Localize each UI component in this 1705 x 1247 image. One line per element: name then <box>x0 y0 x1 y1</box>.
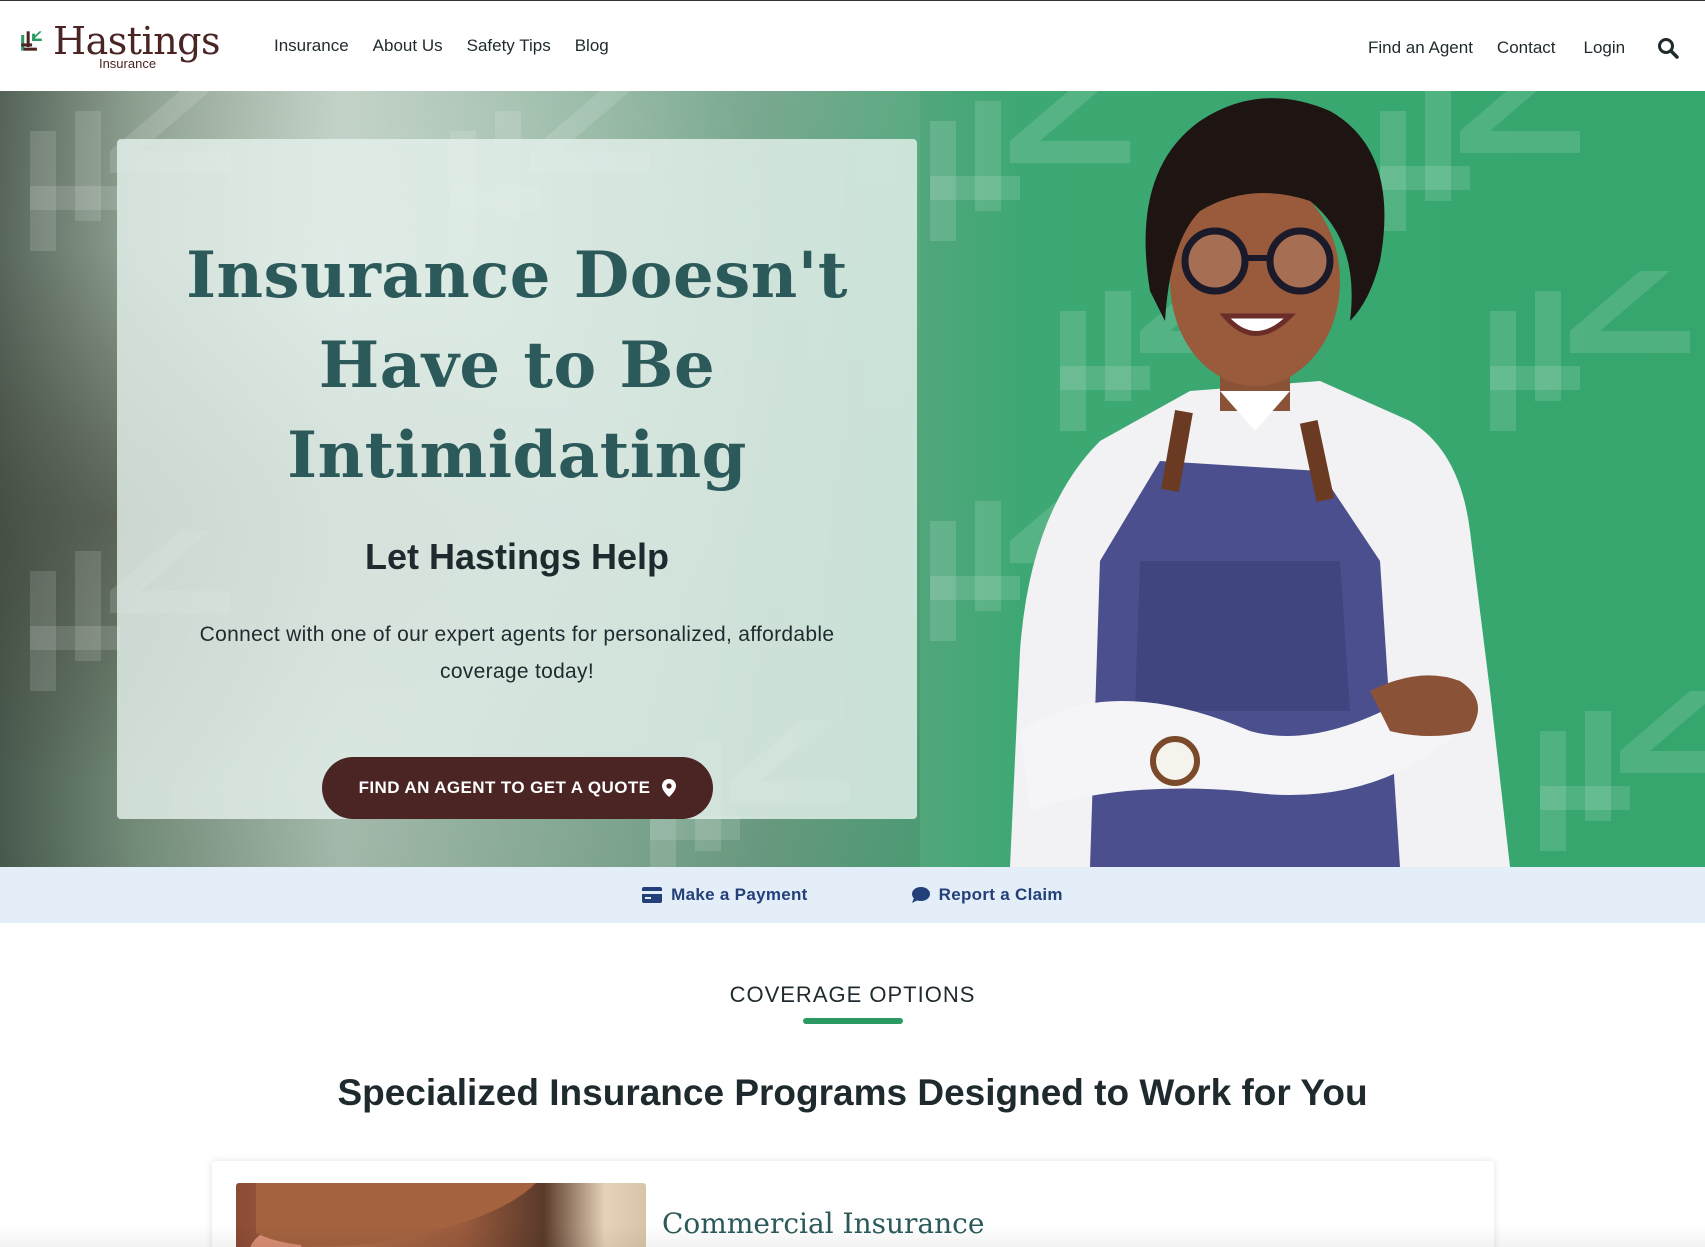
hero-card: Insurance Doesn't Have to Be Intimidatin… <box>117 139 917 819</box>
nav-login[interactable]: Login <box>1584 37 1626 59</box>
report-claim-link[interactable]: Report a Claim <box>911 885 1063 905</box>
report-claim-label: Report a Claim <box>938 885 1063 904</box>
primary-nav: Insurance About Us Safety Tips Blog <box>274 35 609 57</box>
nav-find-an-agent[interactable]: Find an Agent <box>1368 37 1473 59</box>
nav-contact[interactable]: Contact <box>1497 37 1556 59</box>
nav-insurance[interactable]: Insurance <box>274 35 349 57</box>
hero-subtitle: Let Hastings Help <box>364 536 670 577</box>
logo-subtext: Insurance <box>98 56 157 71</box>
hero-title: Insurance Doesn't Have to Be Intimidatin… <box>186 238 848 493</box>
hero-banner: Insurance Doesn't Have to Be Intimidatin… <box>0 91 1705 867</box>
quick-actions-bar: Make a Payment Report a Claim <box>0 867 1705 923</box>
site-header: Hastings Insurance Insurance About Us Sa… <box>0 0 1705 91</box>
hastings-logo[interactable]: Hastings Insurance <box>20 19 221 73</box>
find-agent-quote-button[interactable]: FIND AN AGENT TO GET A QUOTE <box>322 757 713 819</box>
search-icon <box>1658 38 1679 59</box>
credit-card-icon <box>642 887 663 903</box>
nav-safety-tips[interactable]: Safety Tips <box>467 35 551 57</box>
logo-wordmark: Hastings <box>52 19 221 63</box>
cta-label: FIND AN AGENT TO GET A QUOTE <box>358 778 651 797</box>
coverage-title: Specialized Insurance Programs Designed … <box>337 1072 1368 1113</box>
make-payment-label: Make a Payment <box>671 885 808 904</box>
utility-nav: Find an Agent Contact Login <box>1368 35 1681 61</box>
hero-body-text: Connect with one of our expert agents fo… <box>199 623 835 683</box>
hastings-logo-mark-icon <box>21 31 42 51</box>
chat-bubble-icon <box>911 887 930 903</box>
nav-about-us[interactable]: About Us <box>373 35 443 57</box>
search-button[interactable] <box>1655 35 1681 61</box>
nav-blog[interactable]: Blog <box>575 35 609 57</box>
make-payment-link[interactable]: Make a Payment <box>642 885 808 905</box>
coverage-eyebrow: COVERAGE OPTIONS <box>729 982 976 1007</box>
coverage-eyebrow-underline <box>803 1018 903 1024</box>
map-pin-icon <box>662 779 677 797</box>
page-bottom-shade <box>0 1225 1705 1247</box>
hero-person-photo <box>1010 98 1510 867</box>
